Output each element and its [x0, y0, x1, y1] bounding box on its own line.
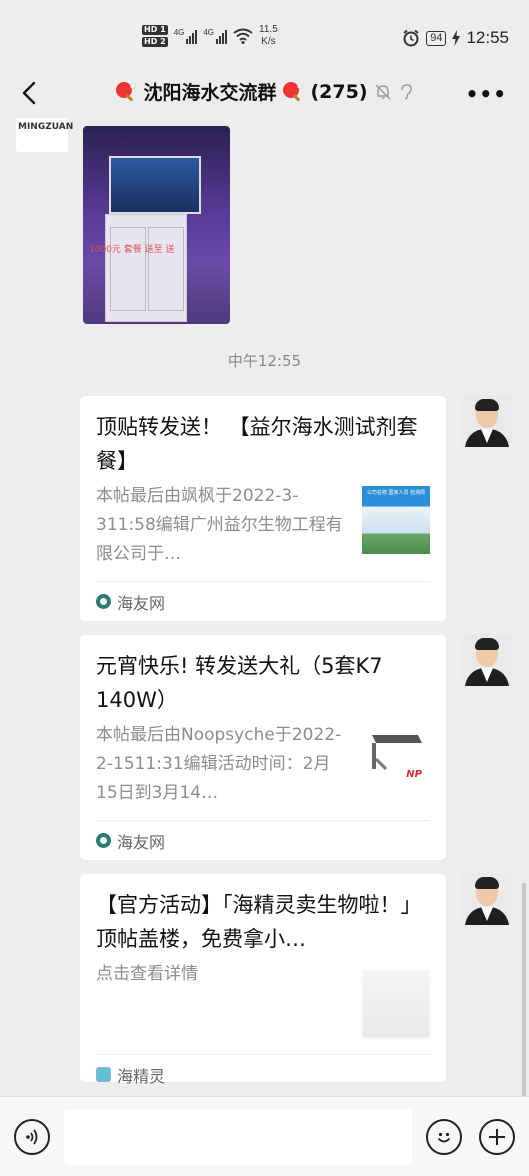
mute-bell-icon — [375, 84, 391, 99]
link-card[interactable]: 【官方活动】「海精灵卖生物啦！」顶帖盖楼，免费拿小… 点击查看详情 海精灵 — [80, 874, 446, 1086]
source-name: 海精灵 — [117, 1066, 166, 1086]
message-input[interactable] — [64, 1109, 412, 1165]
sender-avatar[interactable] — [461, 873, 513, 925]
card-title: 【官方活动】「海精灵卖生物啦！」顶帖盖楼，免费拿小… — [96, 893, 422, 951]
card-description: 点击查看详情 — [96, 964, 198, 984]
ping-pong-icon-2 — [283, 81, 304, 102]
clock: 12:55 — [466, 28, 509, 47]
card-source: 海友网 — [96, 820, 430, 860]
message-timestamp: 中午12:55 — [227, 352, 302, 370]
card-title: 元宵快乐! 转发送大礼（5套K7 140W） — [96, 654, 383, 712]
signal-icon: 4G — [174, 28, 198, 44]
aquarium-cabinet — [105, 214, 187, 322]
plus-icon — [489, 1129, 505, 1145]
charging-icon — [452, 30, 461, 46]
card-thumbnail: NP — [362, 725, 430, 793]
speed-unit: K/s — [261, 36, 276, 47]
card-source: 海精灵 — [96, 1054, 430, 1094]
card-source: 海友网 — [96, 581, 430, 621]
card-description: 本帖最后由Noopsyche于2022-2-1511:31编辑活动时间：2月15… — [96, 725, 342, 803]
card-thumbnail: 公司名称 国家人员 检测局 — [362, 486, 430, 554]
haiyou-logo-icon — [96, 594, 111, 609]
chat-title: 沈阳海水交流群 (275) — [0, 78, 529, 108]
sender-avatar[interactable] — [461, 634, 513, 686]
alarm-icon — [403, 29, 419, 47]
link-card[interactable]: 顶贴转发送！ 【益尔海水测试剂套餐】 本帖最后由飒枫于2022-3-311:58… — [80, 396, 446, 621]
source-name: 海友网 — [117, 593, 166, 613]
np-brand-label: NP — [406, 769, 422, 780]
ear-icon — [400, 83, 412, 100]
chat-header: 沈阳海水交流群 (275) ••• — [0, 68, 529, 118]
scrollbar[interactable] — [522, 883, 526, 1096]
light-fixture-image — [372, 735, 422, 771]
image-caption: 1000元 套餐 送至 送 — [89, 245, 175, 255]
sender-avatar[interactable] — [461, 395, 513, 447]
network-type-1: 4G — [173, 28, 185, 37]
status-bar: HD 1 HD 2 4G 4G 11.5 K/s 94 12:55 — [0, 0, 529, 68]
wifi-icon — [233, 28, 253, 44]
aquarium-tank — [109, 156, 201, 214]
emoji-button[interactable] — [426, 1119, 462, 1155]
sender-logo-avatar[interactable]: MINGZUAN — [16, 118, 73, 152]
smile-icon — [437, 1132, 451, 1143]
network-type-2: 4G — [203, 28, 215, 37]
signal-icon-2: 4G — [203, 28, 228, 44]
hd2-label: HD 2 — [142, 37, 168, 47]
card-thumbnail — [362, 970, 430, 1038]
network-speed: 11.5 K/s — [259, 24, 278, 48]
voice-icon — [26, 1129, 38, 1145]
ping-pong-icon — [116, 81, 137, 102]
message-list[interactable]: MINGZUAN 1000元 套餐 送至 送 中午12:55 顶贴转发送！ 【益… — [0, 118, 529, 1096]
more-options-button[interactable]: ••• — [466, 82, 507, 106]
haijingling-logo-icon — [96, 1067, 111, 1082]
haiyou-logo-icon — [96, 833, 111, 848]
member-count: (275) — [310, 80, 368, 103]
more-functions-button[interactable] — [479, 1119, 515, 1155]
hd1-label: HD 1 — [142, 25, 168, 35]
thumbnail-caption: 公司名称 国家人员 检测局 — [366, 490, 426, 496]
card-title: 顶贴转发送！ 【益尔海水测试剂套餐】 — [96, 415, 418, 473]
logo-text: MINGZUAN — [18, 122, 74, 132]
source-name: 海友网 — [117, 832, 166, 852]
group-name: 沈阳海水交流群 — [143, 82, 277, 104]
image-message[interactable]: 1000元 套餐 送至 送 — [83, 126, 230, 324]
card-description: 本帖最后由飒枫于2022-3-311:58编辑广州益尔生物工程有限公司于… — [96, 486, 343, 564]
speed-value: 11.5 — [259, 24, 278, 35]
voice-input-button[interactable] — [14, 1119, 50, 1155]
battery-icon: 94 — [426, 30, 447, 46]
hd-indicator: HD 1 HD 2 — [142, 25, 168, 47]
input-bar — [0, 1096, 529, 1176]
link-card[interactable]: 元宵快乐! 转发送大礼（5套K7 140W） 本帖最后由Noopsyche于20… — [80, 635, 446, 860]
